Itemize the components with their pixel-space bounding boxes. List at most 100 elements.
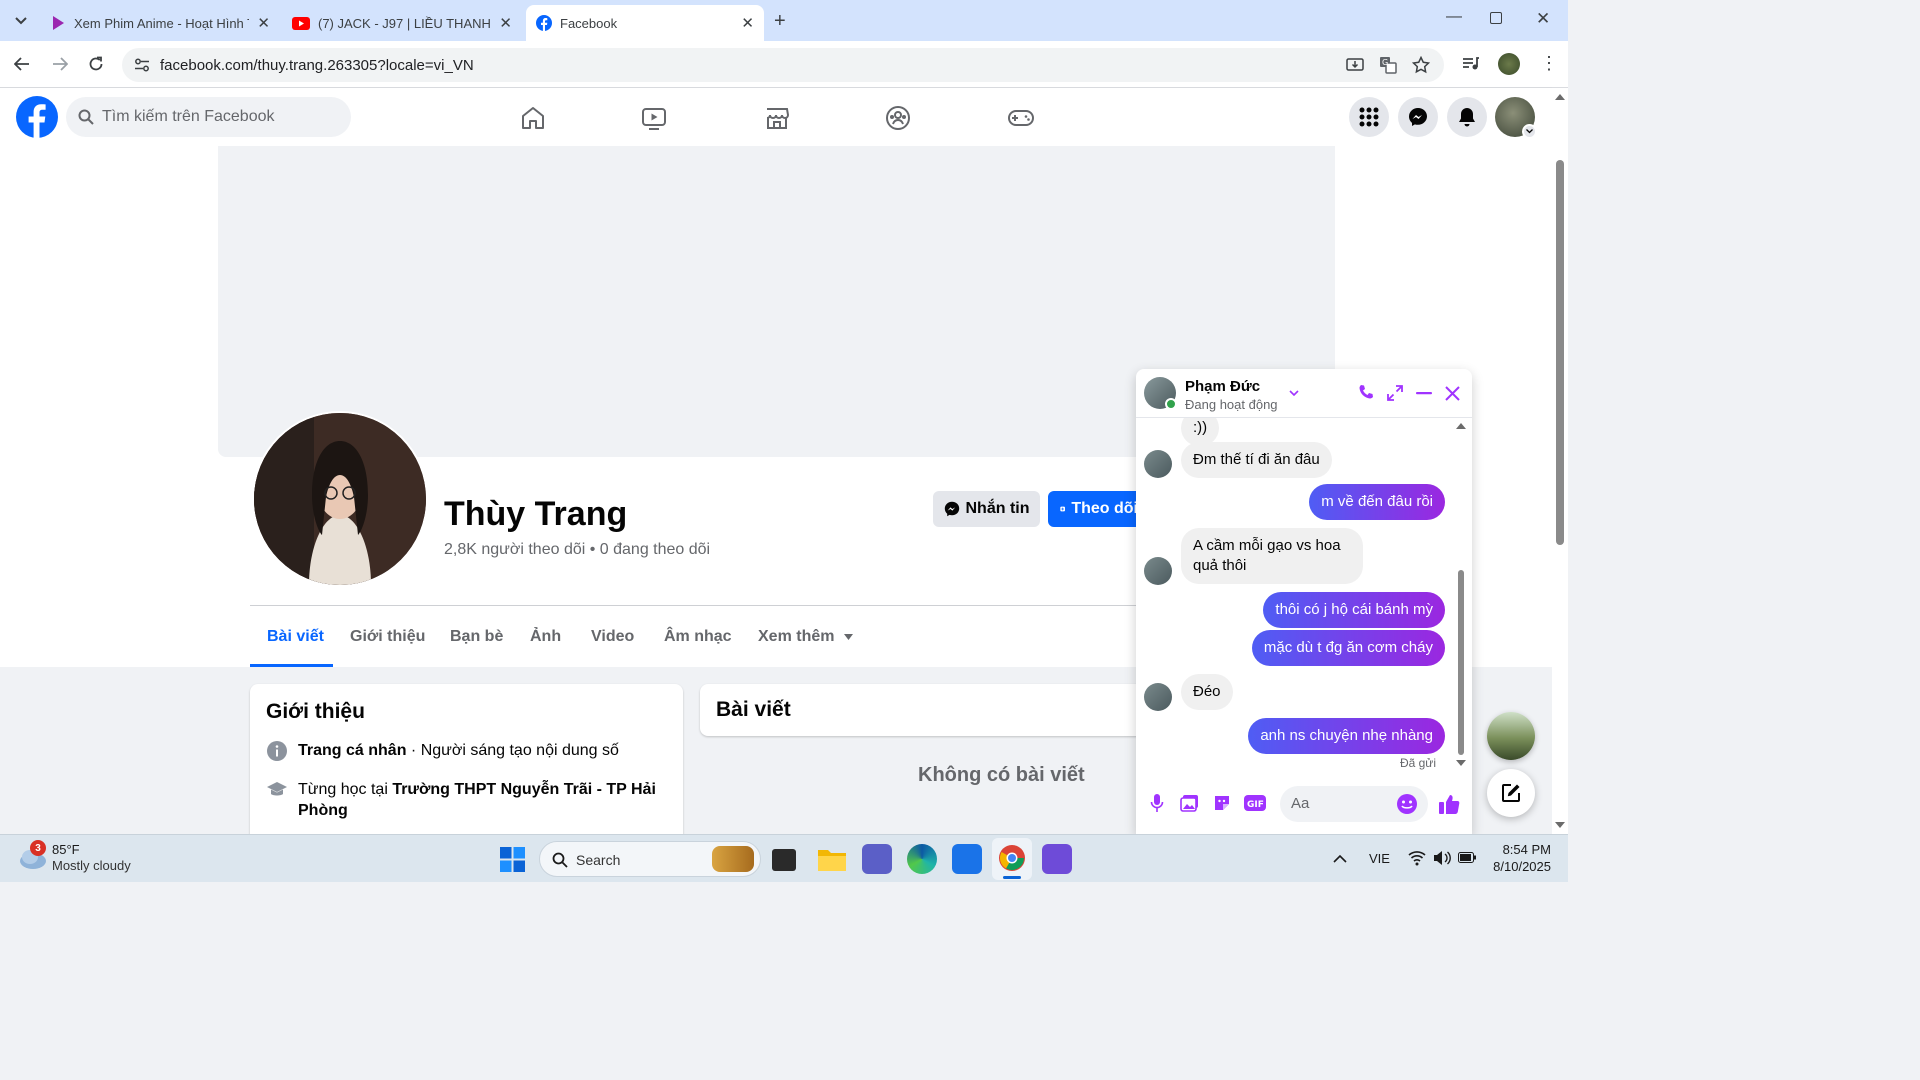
video-icon[interactable] <box>641 105 667 131</box>
battery-icon[interactable] <box>1458 852 1476 863</box>
notifications-button[interactable] <box>1447 97 1487 137</box>
tab-search-button[interactable] <box>8 8 34 34</box>
clock-date[interactable]: 8/10/2025 <box>1483 859 1551 874</box>
tray-chevron-up-icon[interactable] <box>1333 854 1347 863</box>
message-incoming[interactable]: Đéo <box>1181 674 1233 710</box>
chrome-taskbar-active[interactable] <box>992 838 1032 880</box>
forward-arrow-icon[interactable] <box>52 56 68 72</box>
sticker-icon[interactable] <box>1213 794 1231 812</box>
intro-card: Giới thiệu Trang cá nhân · Người sáng tạ… <box>250 684 683 854</box>
message-incoming[interactable]: Đm thế tí đi ăn đâu <box>1181 442 1332 478</box>
messenger-icon <box>1409 108 1427 126</box>
facebook-search-input[interactable]: Tìm kiếm trên Facebook <box>66 97 351 137</box>
language-indicator[interactable]: VIE <box>1369 851 1390 866</box>
bookmark-star-icon[interactable] <box>1412 56 1430 74</box>
tab-about[interactable]: Giới thiệu <box>350 628 425 646</box>
translate-icon[interactable]: G <box>1379 56 1397 74</box>
close-window-button[interactable]: ✕ <box>1536 9 1550 29</box>
chat-message-list[interactable]: :)) Đm thế tí đi ăn đâu m về đến đâu rồi… <box>1136 418 1472 774</box>
windows-start-icon[interactable] <box>500 847 525 872</box>
photo-icon[interactable] <box>1180 794 1199 812</box>
message-incoming[interactable]: A cầm mỗi gạo vs hoa quả thôi <box>1181 528 1363 584</box>
chat-scrollbar-thumb[interactable] <box>1458 570 1464 755</box>
close-chat-icon[interactable] <box>1445 386 1460 401</box>
messenger-button[interactable] <box>1398 97 1438 137</box>
minimize-window-button[interactable]: — <box>1446 8 1462 26</box>
phone-icon[interactable] <box>1358 384 1374 400</box>
file-explorer-icon[interactable] <box>817 847 847 872</box>
new-tab-button[interactable]: + <box>774 10 786 33</box>
tab-facebook[interactable]: Facebook ✕ <box>526 5 764 41</box>
tab-see-more[interactable]: Xem thêm <box>758 628 853 646</box>
profile-follow-stats[interactable]: 2,8K người theo dõi • 0 đang theo dõi <box>444 541 710 559</box>
intro-profile-type: Trang cá nhân <box>298 742 407 759</box>
scrollbar-thumb[interactable] <box>1556 160 1564 545</box>
restore-window-button[interactable] <box>1490 12 1502 24</box>
facebook-logo-icon[interactable] <box>16 96 58 138</box>
message-outgoing[interactable]: mặc dù t đg ăn cơm cháy <box>1251 630 1445 666</box>
tab-music[interactable]: Âm nhạc <box>664 628 732 646</box>
message-button[interactable]: Nhắn tin <box>933 491 1040 527</box>
tab-photos[interactable]: Ảnh <box>530 628 561 646</box>
minimize-chat-icon[interactable] <box>1416 392 1432 395</box>
facebook-header: Tìm kiếm trên Facebook <box>0 88 1552 146</box>
chat-contact-name[interactable]: Phạm Đức <box>1185 378 1260 395</box>
tab-friends[interactable]: Bạn bè <box>450 628 503 646</box>
scroll-up-icon[interactable] <box>1555 93 1565 100</box>
scroll-down-icon[interactable] <box>1555 822 1565 829</box>
gif-icon[interactable]: GIF <box>1244 795 1266 811</box>
groups-icon[interactable] <box>885 105 911 131</box>
profile-avatar[interactable] <box>252 411 428 587</box>
weather-description[interactable]: Mostly cloudy <box>52 858 131 873</box>
media-queue-icon[interactable] <box>1462 56 1480 72</box>
tab-videos[interactable]: Video <box>591 628 634 646</box>
wifi-icon[interactable] <box>1408 850 1426 866</box>
chevron-down-icon[interactable] <box>1289 390 1299 396</box>
account-menu-chevron[interactable] <box>1522 124 1537 139</box>
menu-grid-button[interactable] <box>1349 97 1389 137</box>
tab-anime[interactable]: Xem Phim Anime - Hoạt Hình T ✕ <box>40 5 280 41</box>
microphone-icon[interactable] <box>1150 793 1164 813</box>
clock-time[interactable]: 8:54 PM <box>1491 842 1551 857</box>
task-view-icon[interactable] <box>772 849 796 871</box>
new-message-button[interactable] <box>1487 769 1535 817</box>
weather-widget[interactable]: 3 <box>18 840 48 871</box>
volume-icon[interactable] <box>1433 850 1451 866</box>
chat-composer: GIF Aa <box>1136 779 1472 829</box>
active-tab-indicator <box>250 664 333 667</box>
message-outgoing[interactable]: thôi có j hộ cái bánh mỳ <box>1263 592 1445 628</box>
emoji-icon[interactable] <box>1396 793 1418 815</box>
weather-temperature[interactable]: 85°F <box>52 842 80 857</box>
page-scrollbar[interactable] <box>1552 88 1568 834</box>
opgg-icon[interactable] <box>1042 844 1072 874</box>
chat-scroll-down-icon[interactable] <box>1456 760 1466 767</box>
chat-scroll-up-icon[interactable] <box>1456 422 1466 429</box>
marketplace-icon[interactable] <box>764 105 790 131</box>
home-icon[interactable] <box>520 105 546 131</box>
teams-icon[interactable] <box>862 844 892 874</box>
expand-icon[interactable] <box>1387 385 1403 401</box>
chrome-icon <box>999 845 1025 871</box>
chat-head-avatar[interactable] <box>1487 712 1535 760</box>
follow-button[interactable]: Theo dõi <box>1048 491 1138 527</box>
tab-posts[interactable]: Bài viết <box>267 628 324 646</box>
taskbar-search-box[interactable]: Search <box>539 841 761 877</box>
browser-menu-icon[interactable]: ⋮ <box>1540 53 1558 73</box>
microsoft-store-icon[interactable] <box>952 844 982 874</box>
reload-icon[interactable] <box>88 56 104 72</box>
chat-message-input[interactable]: Aa <box>1280 786 1428 822</box>
thumbs-up-icon[interactable] <box>1438 793 1460 815</box>
edge-icon[interactable] <box>907 844 937 874</box>
close-icon[interactable]: ✕ <box>741 14 754 32</box>
gaming-icon[interactable] <box>1007 105 1035 131</box>
close-icon[interactable]: ✕ <box>257 14 270 32</box>
browser-profile-avatar[interactable] <box>1498 53 1520 75</box>
tab-youtube[interactable]: (7) JACK - J97 | LIỀU THANH YÊ ✕ <box>282 5 522 41</box>
message-outgoing[interactable]: anh ns chuyện nhẹ nhàng <box>1248 718 1445 754</box>
site-settings-icon[interactable] <box>134 58 150 72</box>
back-arrow-icon[interactable] <box>14 56 30 72</box>
install-app-icon[interactable] <box>1346 56 1364 74</box>
close-icon[interactable]: ✕ <box>499 14 512 32</box>
address-bar[interactable]: facebook.com/thuy.trang.263305?locale=vi… <box>122 48 1444 82</box>
message-outgoing[interactable]: m về đến đâu rồi <box>1309 484 1445 520</box>
